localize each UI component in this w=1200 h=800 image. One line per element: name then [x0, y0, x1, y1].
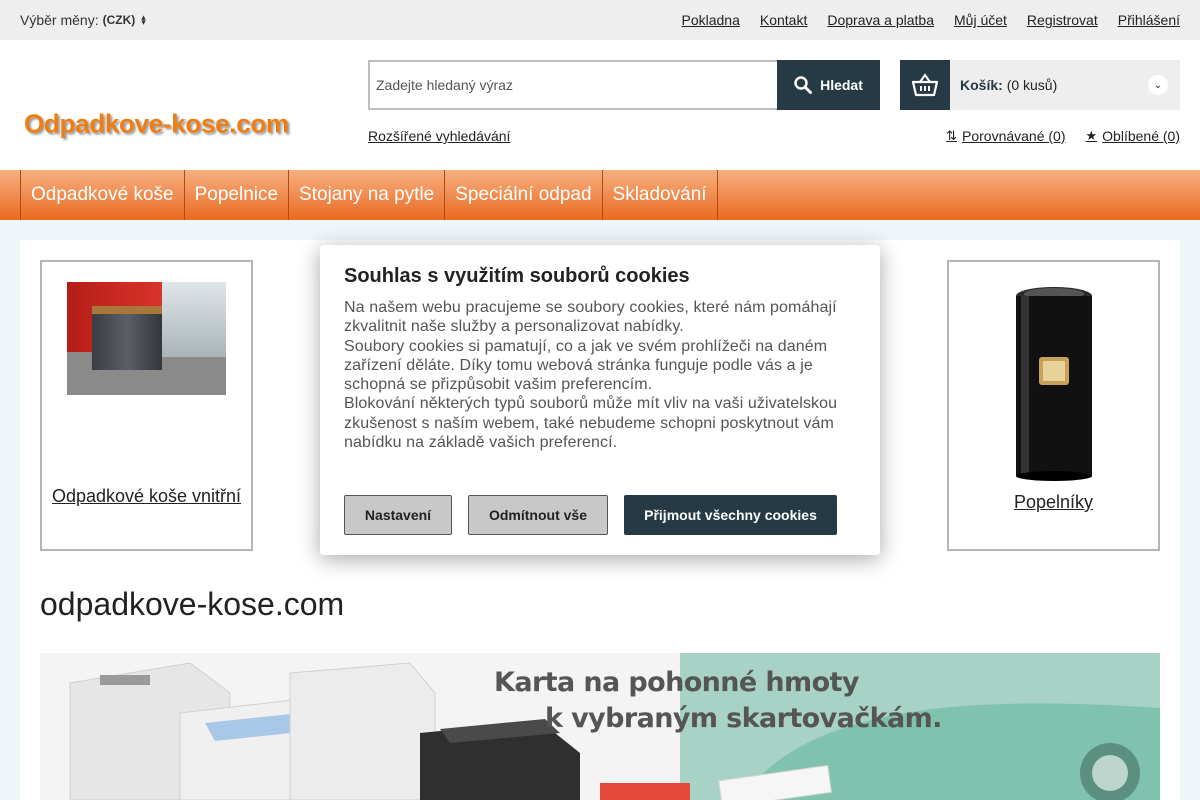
nav-item-bag-stands[interactable]: Stojany na pytle [288, 170, 444, 220]
star-icon: ★ [1085, 128, 1098, 143]
search-bar: Hledat [368, 60, 880, 110]
top-bar: Výběr měny: (CZK) ▴ ▾ Pokladna Kontakt Do… [0, 0, 1200, 40]
nav-item-storage[interactable]: Skladování [601, 170, 718, 220]
compare-arrows-icon: ⇅ [946, 128, 957, 143]
nav-item-dustbins[interactable]: Popelnice [183, 170, 288, 220]
category-image-indoor-bins[interactable] [67, 282, 226, 395]
category-card-indoor-bins[interactable]: Odpadkové koše vnitřní [40, 260, 253, 551]
cookie-settings-button[interactable]: Nastavení [344, 495, 452, 535]
cart-widget[interactable]: Košík: (0 kusů) ⌄ [900, 60, 1180, 110]
compare-favorites: ⇅ Porovnávané (0) ★ Oblíbené (0) [946, 128, 1180, 144]
favorites-link[interactable]: ★ Oblíbené (0) [1086, 128, 1180, 144]
main-navigation: Odpadkové koše Popelnice Stojany na pytl… [0, 170, 1200, 220]
cookie-dialog-title: Souhlas s využitím souborů cookies [344, 265, 690, 287]
cookie-buttons: Nastavení Odmítnout vše Přijmout všechny… [344, 495, 837, 535]
banner-text-line1: Karta na pohonné hmoty [494, 667, 859, 698]
link-checkout[interactable]: Pokladna [681, 12, 739, 28]
link-my-account[interactable]: Můj účet [954, 12, 1007, 28]
currency-selector[interactable]: Výběr měny: (CZK) ▴ ▾ [20, 12, 146, 28]
top-links: Pokladna Kontakt Doprava a platba Můj úč… [681, 12, 1180, 28]
cookie-reject-button[interactable]: Odmítnout vše [468, 495, 608, 535]
favorites-link-label: Oblíbené (0) [1102, 128, 1180, 144]
nav-item-waste-bins[interactable]: Odpadkové koše [20, 170, 184, 220]
link-contact[interactable]: Kontakt [760, 12, 807, 28]
sort-arrows-icon: ▴ ▾ [141, 12, 146, 27]
cookie-consent-dialog: Souhlas s využitím souborů cookies Na na… [320, 245, 880, 555]
page-title: odpadkove-kose.com [40, 586, 345, 622]
search-icon [794, 76, 813, 94]
site-logo[interactable]: Odpadkove-kose.com [24, 109, 289, 140]
promo-banner[interactable]: Karta na pohonné hmoty k vybraným skarto… [40, 653, 1160, 800]
category-card-ashtrays[interactable]: Popelníky [947, 260, 1160, 551]
nav-item-special-waste[interactable]: Speciální odpad [444, 170, 601, 220]
compare-link-label: Porovnávané (0) [962, 128, 1066, 144]
cookie-paragraph-3: Blokování některých typů souborů může mí… [344, 395, 838, 452]
link-register[interactable]: Registrovat [1027, 12, 1098, 28]
cookie-accept-button[interactable]: Přijmout všechny cookies [624, 495, 837, 535]
chevron-down-icon[interactable]: ⌄ [1148, 75, 1168, 95]
currency-label: Výběr měny: [20, 12, 99, 28]
cart-count: (0 kusů) [1006, 77, 1058, 93]
banner-text-line2: k vybraným skartovačkám. [545, 703, 942, 734]
category-label-ashtrays[interactable]: Popelníky [949, 490, 1158, 514]
category-label-indoor-bins[interactable]: Odpadkové koše vnitřní [42, 484, 251, 508]
category-image-ashtrays[interactable] [1009, 282, 1099, 482]
currency-value[interactable]: (CZK) [103, 13, 136, 27]
cart-summary: Košík: (0 kusů) [960, 77, 1148, 93]
compare-link[interactable]: ⇅ Porovnávané (0) [946, 128, 1065, 144]
cart-label: Košík: [960, 77, 1003, 93]
basket-icon [900, 60, 950, 110]
advanced-search-link[interactable]: Rozšířené vyhledávání [368, 128, 510, 144]
search-button[interactable]: Hledat [777, 60, 880, 110]
search-input[interactable] [368, 60, 777, 110]
link-shipping[interactable]: Doprava a platba [827, 12, 934, 28]
cookie-paragraph-2: Soubory cookies si pamatují, co a jak ve… [344, 337, 828, 394]
link-login[interactable]: Přihlášení [1118, 12, 1180, 28]
cookie-paragraph-1: Na našem webu pracujeme se soubory cooki… [344, 299, 837, 336]
search-button-label: Hledat [820, 77, 863, 93]
header: Odpadkove-kose.com Hledat Rozšířené vyhl… [0, 40, 1200, 170]
